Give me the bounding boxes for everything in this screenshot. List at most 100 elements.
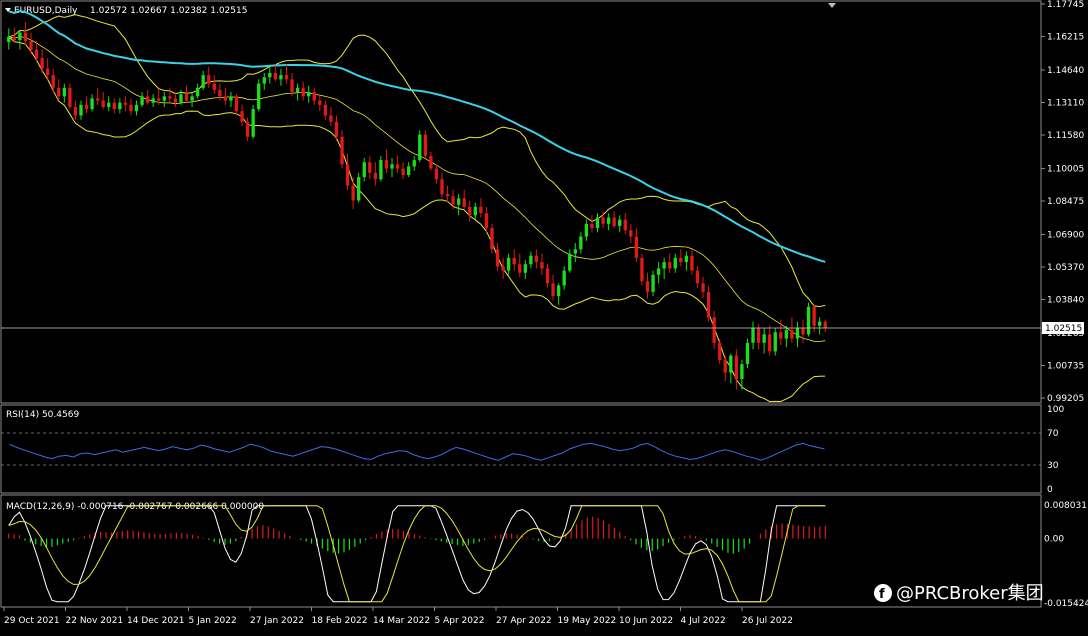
candle-body [73,106,78,116]
candle-body [351,185,355,201]
candle-body [390,164,394,169]
candle-body [429,155,433,169]
candle-body [407,166,411,175]
candle-body [468,206,472,216]
candle-body [756,327,761,343]
candle-body [23,32,28,42]
candle-body [129,104,133,112]
candle-body [401,168,405,175]
candle-body [201,75,205,88]
candle-body [379,160,383,180]
time-tick-label: 5 Jan 2022 [189,616,237,626]
candle-body [257,83,261,110]
candle-body [562,270,566,286]
candle-body [606,217,611,224]
candle-body [40,58,44,69]
current-price-label: 1.02515 [1045,324,1082,334]
candle-body [684,255,689,263]
candle-body [740,364,744,379]
candle-body [784,330,789,339]
chart-canvas[interactable]: EURUSD,Daily 1.02572 1.02667 1.02382 1.0… [0,0,1088,632]
candle-body [734,355,739,379]
facebook-f-glyph: f [879,587,885,602]
candle-body [690,255,694,271]
price-tick-label: 1.08475 [1047,197,1084,207]
candle-body [534,255,539,263]
candle-body [412,160,416,167]
candle-body [29,41,33,50]
macd-axis: 0.008031 0.00 -0.015424 [1044,501,1088,609]
candle-body [779,332,783,339]
candle-body [295,87,300,93]
candle-body [495,249,500,267]
candle-body [234,96,239,112]
candle-body [334,121,339,137]
candle-body [368,162,372,173]
candle-body [568,253,572,271]
candle-body [462,198,466,207]
candle-body [801,327,805,335]
price-tick-label: 0.99205 [1047,394,1084,404]
candle-body [157,98,161,101]
candle-body [618,219,622,226]
candle-body [629,230,633,237]
candle-body [340,136,344,165]
candle-body [551,283,555,297]
candle-body [251,109,255,137]
rsi-axis-label: 0 [1047,485,1053,495]
candle-body [323,104,328,116]
time-tick-label: 26 Jul 2022 [742,616,793,626]
candle-body [95,98,100,101]
rsi-plot [1,432,1041,466]
time-tick-label: 19 May 2022 [558,616,617,626]
candle-body [673,257,677,269]
candle-body [262,77,266,84]
candle-body [723,359,727,373]
candle-body [745,342,750,365]
candle-body [440,179,444,195]
candle-body [795,327,800,339]
candle-body [434,168,439,180]
price-tick-label: 1.10005 [1047,164,1084,174]
time-tick-label: 27 Jan 2022 [250,616,304,626]
candle-body [712,317,716,343]
price-tick-label: 1.16215 [1047,33,1084,43]
candle-body [418,134,422,161]
candle-body [590,223,594,229]
time-tick-label: 14 Mar 2022 [373,616,430,626]
candle-body [18,32,22,41]
candle-body [45,68,50,76]
candle-body [484,213,489,229]
watermark-text: @PRCBroker集团 [896,583,1044,604]
candle-body [623,219,627,231]
price-tick-label: 1.14640 [1047,66,1084,76]
time-tick-label: 5 Apr 2022 [435,616,485,626]
candle-body [818,321,822,326]
time-tick-label: 22 Nov 2021 [66,616,124,626]
candle-body [79,104,83,116]
macd-signal-line [8,505,826,603]
candle-body [318,100,322,105]
time-tick-label: 18 Feb 2022 [312,616,368,626]
candle-body [679,257,683,263]
candle-body [612,217,616,226]
time-tick-label: 27 Apr 2022 [496,616,552,626]
candle-body [490,228,494,250]
macd-plot [8,505,826,603]
candle-body [423,134,427,156]
candle-body [395,164,400,169]
candle-body [184,94,189,101]
candle-body [140,96,144,105]
candle-body [473,206,477,216]
rsi-axis-label: 70 [1047,429,1059,439]
candle-body [357,177,361,201]
trading-chart-window[interactable]: EURUSD,Daily 1.02572 1.02667 1.02382 1.0… [0,0,1088,632]
candle-body [812,306,816,326]
chart-shift-marker-icon[interactable] [828,3,836,8]
candle-body [7,36,11,43]
candle-body [273,72,278,80]
candle-body [579,236,583,250]
candle-body [123,102,128,105]
candle-body [229,96,233,101]
candle-body [90,98,94,110]
